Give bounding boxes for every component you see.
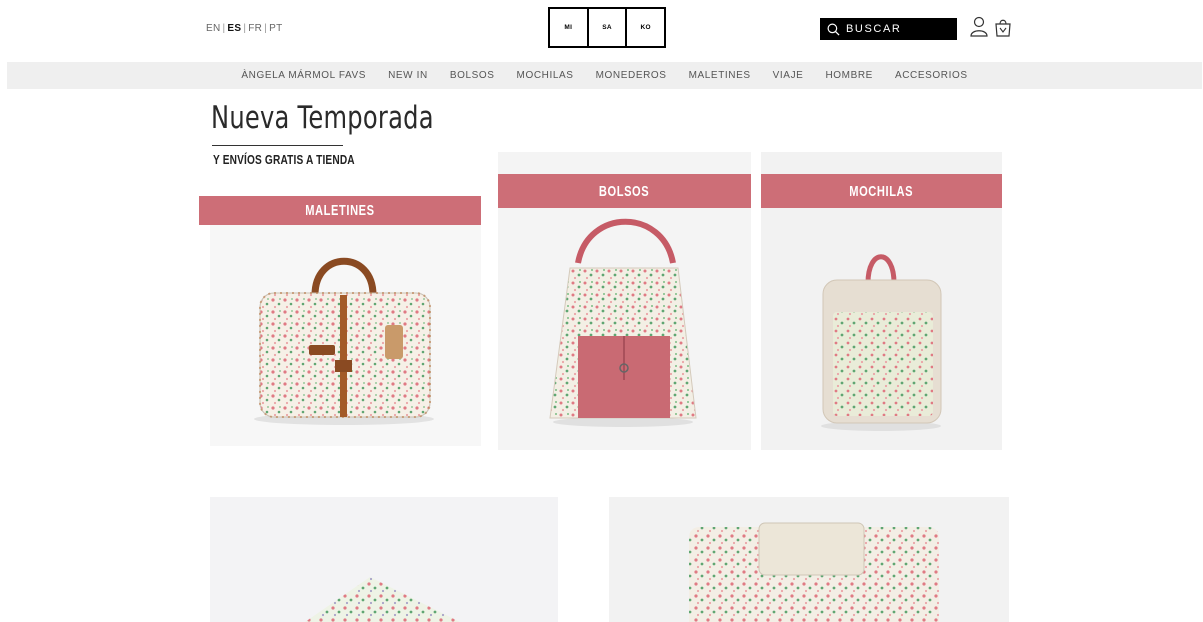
promo-card-left[interactable] [210, 497, 558, 622]
backpack-illustration [821, 254, 942, 431]
category-card-mochilas[interactable]: MOCHILAS [761, 152, 1002, 450]
product-image-bolso [498, 208, 751, 450]
nav-item-monederos[interactable]: MONEDEROS [596, 70, 667, 81]
user-icon [970, 16, 988, 37]
cart-button[interactable] [993, 16, 1013, 38]
search-button[interactable]: BUSCAR [820, 18, 957, 40]
product-image-purse [689, 522, 939, 622]
nav-item-mochilas[interactable]: MOCHILAS [517, 70, 574, 81]
nav-item-bolsos[interactable]: BOLSOS [450, 70, 495, 81]
search-icon [827, 23, 840, 36]
category-label-mochilas: MOCHILAS [849, 182, 914, 200]
nav-item-viaje[interactable]: VIAJE [773, 70, 804, 81]
briefcase-illustration [254, 257, 434, 425]
lang-pt[interactable]: PT [269, 23, 282, 34]
hero-title: Nueva Temporada [211, 100, 434, 136]
lang-separator: | [264, 23, 268, 34]
product-image-mochila [761, 208, 1002, 450]
tote-bag-illustration [549, 218, 697, 427]
search-label: BUSCAR [846, 23, 902, 35]
category-label-maletines: MALETINES [305, 202, 375, 219]
category-label-bolsos: BOLSOS [599, 182, 650, 200]
lang-separator: | [222, 23, 226, 34]
account-button[interactable] [969, 16, 989, 38]
category-banner-mochilas: MOCHILAS [761, 174, 1002, 208]
lang-separator: | [243, 23, 247, 34]
nav-item-maletines[interactable]: MALETINES [689, 70, 751, 81]
promo-card-right[interactable] [609, 497, 1009, 622]
product-image-maletin [210, 225, 481, 446]
shopping-bag-icon [995, 19, 1011, 37]
category-banner-maletines: MALETINES [199, 196, 481, 225]
category-banner-bolsos: BOLSOS [498, 174, 751, 208]
lang-en[interactable]: EN [206, 23, 221, 34]
logo-cell-ko: KO [640, 24, 651, 31]
logo-cell-mi: MI [550, 9, 589, 46]
logo-cell-sa: SA [589, 9, 628, 46]
lang-fr[interactable]: FR [248, 23, 262, 34]
product-image-wallet [305, 577, 460, 622]
nav-item-hombre[interactable]: HOMBRE [825, 70, 873, 81]
nav-item-angela-marmol-favs[interactable]: ÀNGELA MÁRMOL FAVS [241, 70, 366, 81]
lang-es[interactable]: ES [227, 23, 241, 34]
category-card-bolsos[interactable]: BOLSOS [498, 152, 751, 450]
main-navigation: ÀNGELA MÁRMOL FAVS NEW IN BOLSOS MOCHILA… [7, 62, 1202, 89]
brand-logo[interactable]: MI SA KO [548, 7, 666, 48]
hero-divider [212, 145, 343, 146]
language-selector: EN | ES | FR | PT [206, 23, 283, 34]
nav-item-accesorios[interactable]: ACCESORIOS [895, 70, 968, 81]
hero-subtitle: Y ENVÍOS GRATIS A TIENDA [213, 152, 355, 167]
nav-item-new-in[interactable]: NEW IN [388, 70, 428, 81]
category-card-maletines[interactable]: MALETINES [199, 196, 481, 446]
